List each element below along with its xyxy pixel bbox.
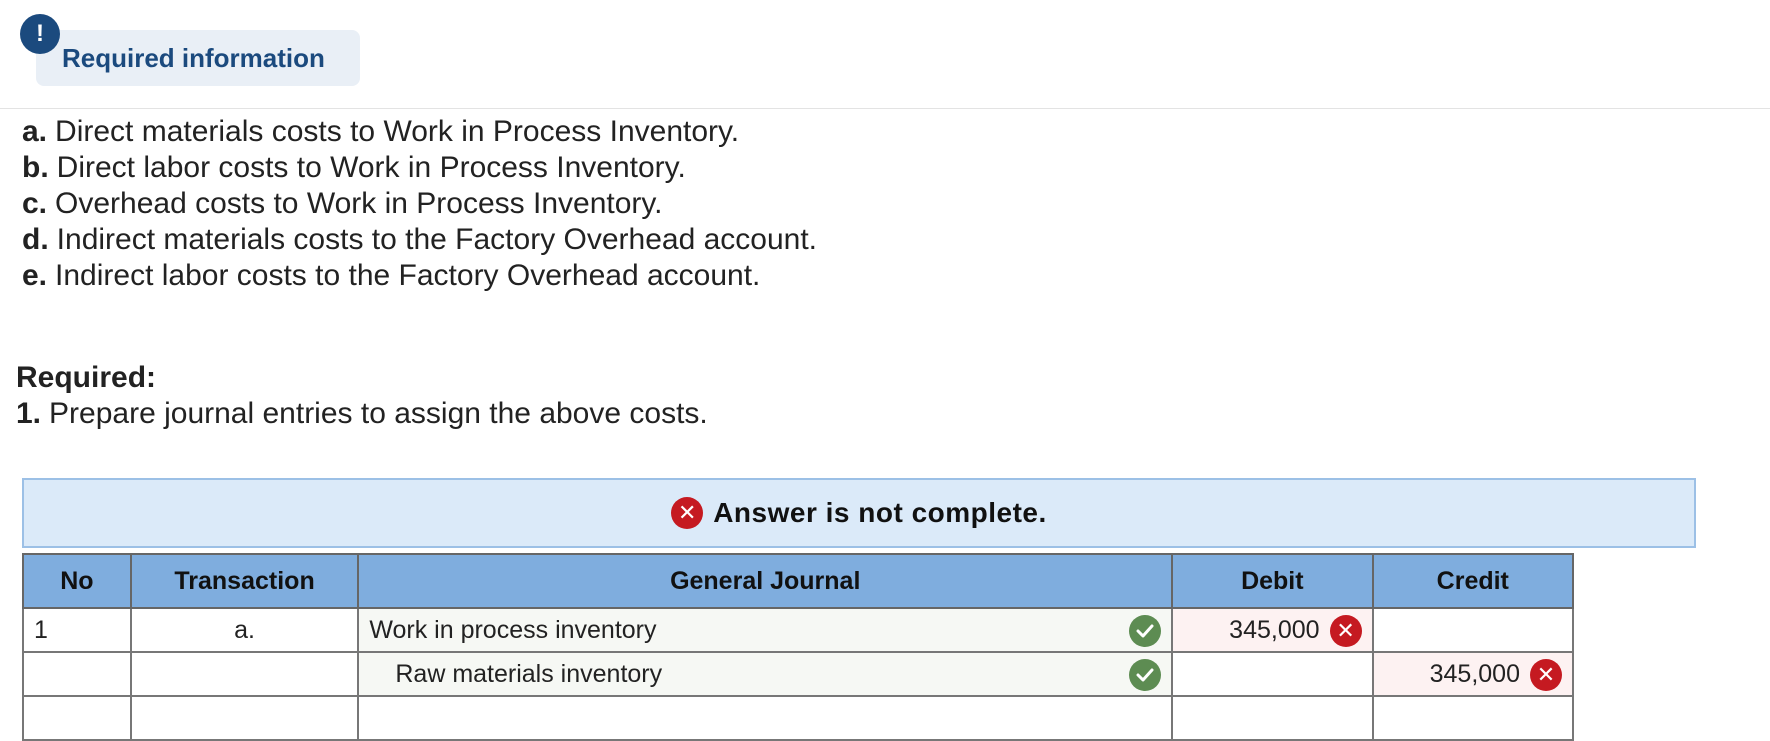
list-item: b. Direct labor costs to Work in Process … — [22, 151, 686, 184]
table-row: 1 a. Work in process inventory 345,000 ✕ — [22, 607, 1575, 653]
table-row — [22, 695, 1575, 741]
debit-input[interactable] — [1171, 651, 1374, 697]
account-select[interactable] — [357, 695, 1174, 741]
debit-value: 345,000 — [1229, 615, 1320, 644]
col-header-debit: Debit — [1171, 553, 1374, 609]
credit-input[interactable] — [1371, 695, 1575, 741]
debit-input[interactable]: 345,000 ✕ — [1171, 607, 1374, 653]
col-header-general-journal: General Journal — [357, 553, 1174, 609]
x-circle-icon: ✕ — [1329, 615, 1362, 647]
account-select[interactable]: Raw materials inventory — [357, 651, 1174, 697]
required-instruction: 1. Prepare journal entries to assign the … — [16, 397, 708, 430]
credit-input[interactable] — [1371, 607, 1575, 653]
col-header-transaction: Transaction — [129, 553, 360, 609]
debit-input[interactable] — [1171, 695, 1374, 741]
x-circle-icon: ✕ — [671, 497, 704, 529]
list-item: d. Indirect materials costs to the Factor… — [22, 223, 818, 256]
account-select[interactable]: Work in process inventory — [357, 607, 1174, 653]
list-item: c. Overhead costs to Work in Process Inve… — [22, 187, 663, 220]
list-item: a. Direct materials costs to Work in Proc… — [22, 115, 740, 148]
credit-input[interactable]: 345,000 ✕ — [1371, 651, 1575, 697]
required-info-bar: ! Required information — [0, 0, 1770, 109]
transaction-cell[interactable] — [129, 651, 360, 697]
transaction-cell[interactable] — [129, 695, 360, 741]
check-circle-icon — [1129, 659, 1162, 691]
exclamation-icon: ! — [20, 14, 60, 54]
answer-status-text: Answer is not complete. — [713, 497, 1047, 528]
table-row: Raw materials inventory 345,000 ✕ — [22, 651, 1575, 697]
no-cell — [22, 695, 132, 741]
required-heading: Required: — [16, 361, 157, 394]
answer-status-banner: ✕ Answer is not complete. — [22, 478, 1696, 548]
no-cell: 1 — [22, 607, 132, 653]
account-name: Work in process inventory — [369, 615, 657, 644]
check-circle-icon — [1129, 615, 1162, 647]
x-circle-icon: ✕ — [1530, 659, 1562, 691]
col-header-no: No — [22, 553, 132, 609]
table-header-row: No Transaction General Journal Debit Cre… — [22, 553, 1575, 609]
col-header-credit: Credit — [1371, 553, 1575, 609]
general-journal-table: No Transaction General Journal Debit Cre… — [22, 553, 1575, 741]
credit-value: 345,000 — [1429, 659, 1520, 688]
account-name: Raw materials inventory — [395, 659, 663, 688]
list-item: e. Indirect labor costs to the Factory Ov… — [22, 259, 761, 292]
required-info-title: Required information — [62, 42, 325, 73]
required-info-tag: Required information — [36, 30, 360, 86]
no-cell — [22, 651, 132, 697]
transaction-cell[interactable]: a. — [129, 607, 360, 653]
transaction-list: a. Direct materials costs to Work in Proc… — [22, 114, 817, 294]
